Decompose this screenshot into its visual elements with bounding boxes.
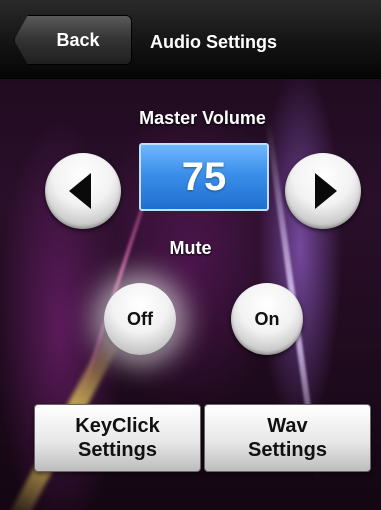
wav-settings-line1: Wav xyxy=(267,415,308,437)
mute-on-button[interactable]: On xyxy=(231,283,303,355)
keyclick-settings-button[interactable]: KeyClick Settings xyxy=(34,404,201,472)
header-bar: Back Audio Settings xyxy=(0,0,381,79)
volume-decrease-button[interactable] xyxy=(45,153,121,229)
keyclick-settings-line2: Settings xyxy=(78,439,157,461)
back-button[interactable]: Back xyxy=(14,15,132,65)
arrow-left-icon xyxy=(69,173,91,209)
keyclick-settings-line1: KeyClick xyxy=(75,415,160,437)
wav-settings-line2: Settings xyxy=(248,439,327,461)
wav-settings-button[interactable]: Wav Settings xyxy=(204,404,371,472)
mute-label: Mute xyxy=(169,238,212,258)
master-volume-label: Master Volume xyxy=(139,108,266,128)
volume-increase-button[interactable] xyxy=(285,153,361,229)
volume-value-display: 75 xyxy=(139,143,269,211)
audio-settings-screen: Back Audio Settings Master Volume 75 Mut… xyxy=(0,0,381,510)
mute-off-button[interactable]: Off xyxy=(104,283,176,355)
arrow-right-icon xyxy=(315,173,337,209)
page-title: Audio Settings xyxy=(150,32,277,52)
